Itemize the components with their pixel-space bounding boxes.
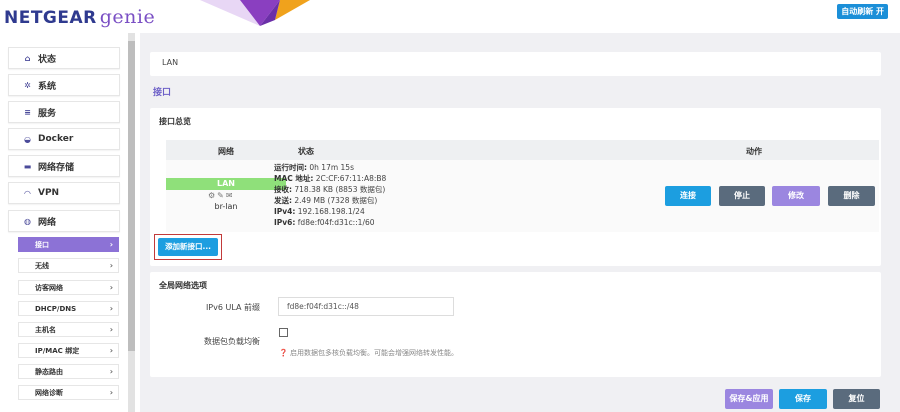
sidebar-item-docker[interactable]: ◒ Docker xyxy=(8,128,120,150)
sidebar-item-system[interactable]: ✲ 系统 xyxy=(8,74,120,96)
status-mac: MAC 地址: 2C:CF:67:11:A8:B8 xyxy=(274,174,387,183)
sidebar-item-label: 网络存储 xyxy=(38,162,75,173)
section-title: 全局网络选项 xyxy=(159,281,207,290)
list-icon: ≡ xyxy=(24,107,31,117)
ula-prefix-input[interactable]: fd8e:f04f:d31c::/48 xyxy=(278,297,454,316)
stop-button[interactable]: 停止 xyxy=(719,186,765,206)
breadcrumb: LAN xyxy=(150,52,881,76)
auto-refresh-toggle[interactable]: 自动刷新 开 xyxy=(837,4,888,19)
storage-icon: ▬ xyxy=(23,161,32,171)
docker-icon: ◒ xyxy=(24,134,31,144)
subitem-label: 访客网络 xyxy=(35,283,63,292)
subitem-label: 无线 xyxy=(35,261,49,270)
sidebar-subitem-diagnostics[interactable]: 网络诊断 › xyxy=(18,385,119,400)
gear-icon: ✲ xyxy=(24,80,31,90)
globe-icon: ◍ xyxy=(24,216,31,226)
sidebar-item-label: 网络 xyxy=(38,217,57,228)
chevron-right-icon: › xyxy=(109,367,113,376)
page-title: 接口 xyxy=(153,88,172,98)
section-title: 接口总览 xyxy=(159,117,191,126)
status-rx: 接收: 718.38 KB (8853 数据包) xyxy=(274,185,386,194)
sidebar-item-label: 系统 xyxy=(38,81,57,92)
subitem-label: IP/MAC 绑定 xyxy=(35,346,80,355)
sidebar-item-network[interactable]: ◍ 网络 xyxy=(8,210,120,232)
interface-status: 运行时间: 0h 17m 15s MAC 地址: 2C:CF:67:11:A8:… xyxy=(274,162,386,228)
chevron-right-icon: › xyxy=(109,304,113,313)
chevron-right-icon: › xyxy=(109,346,113,355)
chevron-right-icon: › xyxy=(109,240,113,249)
sidebar-item-status[interactable]: ⌂ 状态 xyxy=(8,47,120,69)
sidebar-item-nas[interactable]: ▬ 网络存储 xyxy=(8,155,120,177)
chevron-right-icon: › xyxy=(109,261,113,270)
top-header: NETGEAR genie 自动刷新 开 xyxy=(0,0,900,33)
status-uptime: 运行时间: 0h 17m 15s xyxy=(274,163,354,172)
edit-button[interactable]: 修改 xyxy=(772,186,820,206)
sidebar-subitem-dhcp[interactable]: DHCP/DNS › xyxy=(18,301,119,316)
sidebar-subitem-guest[interactable]: 访客网络 › xyxy=(18,280,119,295)
subitem-label: 网络诊断 xyxy=(35,388,63,397)
sidebar-subitem-ipmac[interactable]: IP/MAC 绑定 › xyxy=(18,343,119,358)
subitem-label: 接口 xyxy=(35,240,49,249)
sidebar-subitem-routes[interactable]: 静态路由 › xyxy=(18,364,119,379)
sidebar-subitem-interfaces[interactable]: 接口 › xyxy=(18,237,119,252)
home-icon: ⌂ xyxy=(24,53,31,63)
brand-name: NETGEAR xyxy=(4,8,97,28)
brand-suffix: genie xyxy=(99,6,156,28)
chevron-right-icon: › xyxy=(109,325,113,334)
delete-button[interactable]: 删除 xyxy=(828,186,875,206)
logo-decoration xyxy=(200,0,310,26)
chevron-right-icon: › xyxy=(109,283,113,292)
sidebar-item-label: 服务 xyxy=(38,108,57,119)
add-interface-button[interactable]: 添加新接口... xyxy=(158,238,218,256)
sidebar-scrollbar[interactable] xyxy=(128,33,135,412)
global-options-card: 全局网络选项 IPv6 ULA 前缀 fd8e:f04f:d31c::/48 数… xyxy=(150,272,881,377)
interfaces-overview-card: 接口总览 网络 状态 动作 LAN ⚙✎✉ br-lan 运行时间: 0h 17… xyxy=(150,108,881,266)
connect-button[interactable]: 连接 xyxy=(665,186,711,206)
ula-prefix-label: IPv6 ULA 前缀 xyxy=(205,303,260,312)
table-row: LAN ⚙✎✉ br-lan 运行时间: 0h 17m 15s MAC 地址: … xyxy=(166,160,879,232)
sidebar-item-label: VPN xyxy=(38,188,60,198)
interface-lan: LAN ⚙✎✉ br-lan xyxy=(166,178,286,214)
status-ipv6: IPv6: fd8e:f04f:d31c::1/60 xyxy=(274,218,375,227)
sidebar-subitem-wireless[interactable]: 无线 › xyxy=(18,258,119,273)
sidebar-item-label: Docker xyxy=(38,134,74,144)
column-header-actions: 动作 xyxy=(746,147,762,156)
subitem-label: DHCP/DNS xyxy=(35,304,77,313)
save-apply-button[interactable]: 保存&应用 xyxy=(725,389,773,409)
sidebar-item-label: 状态 xyxy=(38,54,57,65)
sidebar-item-vpn[interactable]: ◠ VPN xyxy=(8,182,120,204)
packet-steering-checkbox[interactable] xyxy=(279,328,288,337)
table-header: 网络 状态 动作 xyxy=(166,140,879,160)
packet-steering-label: 数据包负载均衡 xyxy=(204,337,260,346)
reset-button[interactable]: 复位 xyxy=(833,389,880,409)
interface-device-icons: ⚙✎✉ xyxy=(208,191,235,200)
subitem-label: 静态路由 xyxy=(35,367,63,376)
status-tx: 发送: 2.49 MB (7328 数据包) xyxy=(274,196,378,205)
scrollbar-thumb[interactable] xyxy=(128,41,135,351)
interface-name-badge: LAN xyxy=(166,178,286,190)
netgear-genie-logo: NETGEAR genie xyxy=(4,6,155,28)
status-ipv4: IPv4: 192.168.198.1/24 xyxy=(274,207,365,216)
sidebar-subitem-hostnames[interactable]: 主机名 › xyxy=(18,322,119,337)
vpn-icon: ◠ xyxy=(24,188,31,198)
column-header-network: 网络 xyxy=(218,147,234,156)
chevron-right-icon: › xyxy=(109,388,113,397)
column-header-status: 状态 xyxy=(298,147,314,156)
sidebar-item-services[interactable]: ≡ 服务 xyxy=(8,101,120,123)
packet-steering-help: ❓ 启用数据包多核负载均衡。可能会增强网络转发性能。 xyxy=(279,349,458,357)
interface-device: br-lan xyxy=(214,202,238,211)
save-button[interactable]: 保存 xyxy=(779,389,827,409)
subitem-label: 主机名 xyxy=(35,325,56,334)
